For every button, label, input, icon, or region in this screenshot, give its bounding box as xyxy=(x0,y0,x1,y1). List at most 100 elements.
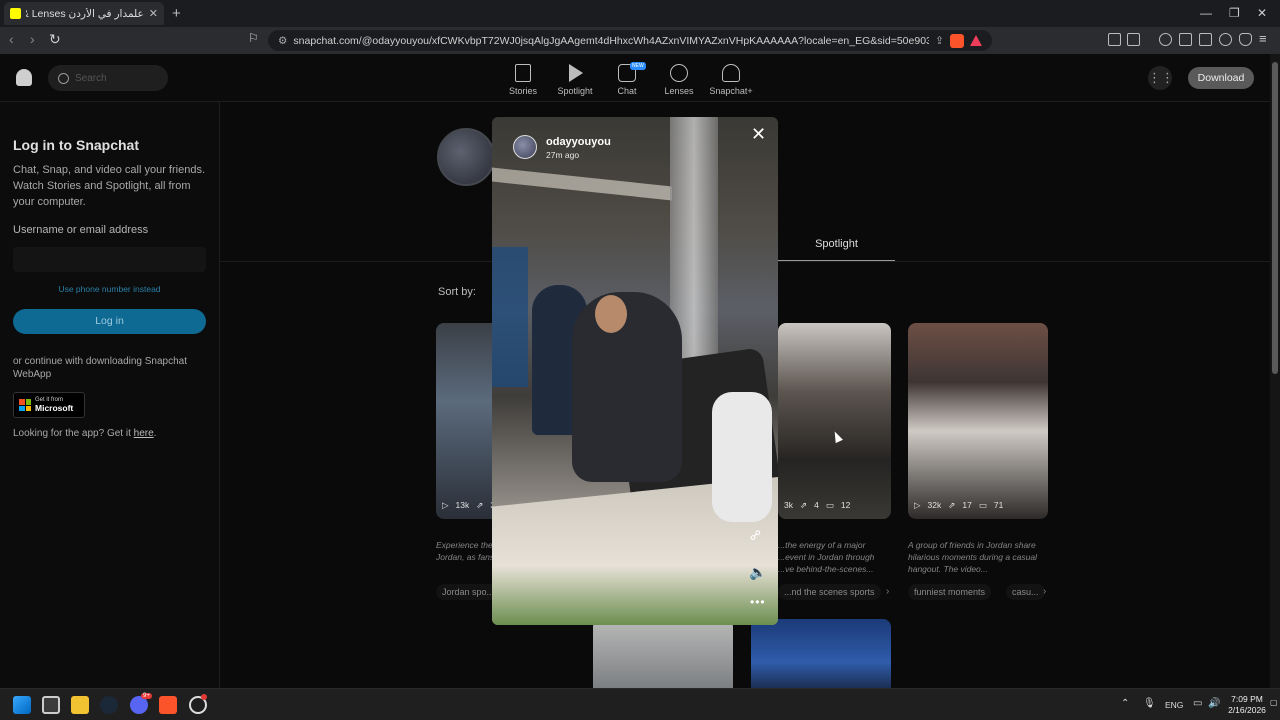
get-app-link[interactable]: here xyxy=(134,428,154,439)
clock-date: 2/16/2026 xyxy=(1228,705,1266,715)
card-stats: ▷13k ⇗3 xyxy=(442,500,495,511)
media-icon[interactable] xyxy=(1159,33,1172,46)
download-button[interactable]: Download xyxy=(1188,67,1254,89)
get-app-prefix: Looking for the app? Get it xyxy=(13,428,134,439)
get-app-suffix: . xyxy=(153,428,157,439)
nav-lenses[interactable]: Lenses xyxy=(654,64,704,96)
comment-icon: ▭ xyxy=(978,500,987,510)
nav-chat-label: Chat xyxy=(617,86,637,96)
minimize-icon[interactable]: — xyxy=(1200,6,1212,20)
or-continue-text: or continue with downloading Snapchat We… xyxy=(13,356,188,380)
story-viewer-modal[interactable]: odayyouyou 27m ago ✕ ⚯ 🔈 ••• xyxy=(492,117,778,625)
card-views: 32k xyxy=(927,500,942,510)
card-tag[interactable]: ...nd the scenes sports xyxy=(778,584,881,600)
wallet-icon[interactable] xyxy=(1199,33,1212,46)
snapchat-ghost-icon[interactable] xyxy=(16,69,32,86)
card-tag[interactable]: casu... xyxy=(1006,584,1045,600)
file-explorer-icon[interactable] xyxy=(71,696,89,714)
share-count-icon: ⇗ xyxy=(799,500,808,510)
nav-snapchat-plus[interactable]: Snapchat+ xyxy=(706,64,756,96)
snapchat-header: Search Stories Spotlight NEW Chat Lenses… xyxy=(0,54,1270,102)
chevron-right-icon[interactable]: › xyxy=(886,586,889,597)
clock[interactable]: 7:09 PM 2/16/2026 xyxy=(1224,694,1270,716)
more-options-icon[interactable]: ••• xyxy=(750,595,766,609)
network-icon[interactable]: ▭ xyxy=(1193,698,1202,709)
browser-tab-bar: علمدار في الأردن ght & Lenses ✕ + — ❐ ✕ xyxy=(0,0,1280,27)
video-scene xyxy=(712,392,772,522)
share-icon[interactable]: ⇪ xyxy=(935,35,944,47)
bookmark-icon[interactable]: ⚐ xyxy=(248,31,259,45)
microphone-icon[interactable]: 🎙 xyxy=(1143,698,1156,709)
microsoft-store-badge[interactable]: Get it from Microsoft xyxy=(13,392,85,418)
sidebar-icon[interactable] xyxy=(1179,33,1192,46)
card-tag[interactable]: funniest moments xyxy=(908,584,992,600)
microsoft-badge-text: Get it from Microsoft xyxy=(35,396,73,414)
brave-rewards-icon[interactable] xyxy=(970,35,982,46)
new-tab-button[interactable]: + xyxy=(172,5,181,22)
spotlight-card[interactable]: 3k ⇗ 4 ▭ 12 xyxy=(778,323,891,519)
video-scene xyxy=(595,295,627,333)
search-placeholder: Search xyxy=(75,72,107,84)
story-user-avatar[interactable] xyxy=(513,135,537,159)
forward-icon[interactable]: › xyxy=(30,31,35,47)
speaker-icon[interactable]: 🔊 xyxy=(1208,698,1220,709)
story-username[interactable]: odayyouyou xyxy=(546,136,611,148)
extensions-icon[interactable] xyxy=(1108,33,1121,46)
window-close-icon[interactable]: ✕ xyxy=(1257,6,1267,20)
apps-grid-icon[interactable]: ⋮⋮ xyxy=(1148,66,1174,90)
nav-chat[interactable]: NEW Chat xyxy=(602,62,652,96)
address-bar[interactable]: ⚙ snapchat.com/@odayyouyou/xfCWKvbpT72WJ… xyxy=(268,30,992,51)
search-input[interactable]: Search xyxy=(48,65,168,91)
phone-number-link[interactable]: Use phone number instead xyxy=(13,284,206,294)
ms-badge-bottom: Microsoft xyxy=(35,403,74,413)
tab-spotlight[interactable]: Spotlight xyxy=(778,238,895,250)
chevron-right-icon[interactable]: › xyxy=(1043,586,1046,597)
tab-close-icon[interactable]: ✕ xyxy=(149,7,158,20)
card-shares: 4 xyxy=(814,500,819,510)
nav-spotlight[interactable]: Spotlight xyxy=(550,64,600,96)
login-button[interactable]: Log in xyxy=(13,309,206,334)
login-title: Log in to Snapchat xyxy=(13,137,139,153)
spotlight-card[interactable]: ▷ 32k ⇗ 17 ▭ 71 xyxy=(908,323,1048,519)
menu-icon[interactable]: ≡ xyxy=(1259,31,1267,46)
spotlight-icon xyxy=(569,64,583,82)
vpn-icon[interactable] xyxy=(1239,33,1252,46)
volume-icon[interactable]: 🔈 xyxy=(749,564,766,581)
reader-icon[interactable] xyxy=(1127,33,1140,46)
brave-icon[interactable] xyxy=(159,696,177,714)
get-app-text: Looking for the app? Get it here. xyxy=(13,428,156,439)
spotlight-card[interactable] xyxy=(751,619,891,691)
site-settings-icon[interactable]: ⚙ xyxy=(278,35,287,47)
discord-badge: 9+ xyxy=(141,693,152,699)
new-badge: NEW xyxy=(630,62,646,70)
back-icon[interactable]: ‹ xyxy=(9,31,14,47)
comment-icon: ▭ xyxy=(825,500,834,510)
reload-icon[interactable]: ↻ xyxy=(49,31,61,48)
spotlight-card[interactable] xyxy=(593,619,733,691)
store-icon[interactable] xyxy=(42,696,60,714)
username-field[interactable] xyxy=(13,247,206,272)
video-scene xyxy=(492,167,672,201)
profile-avatar[interactable] xyxy=(437,128,495,186)
language-indicator[interactable]: ENG xyxy=(1165,700,1183,710)
sort-by-label: Sort by: xyxy=(438,286,476,298)
close-icon[interactable]: ✕ xyxy=(751,125,766,143)
taskbar: 9+ ⌃ 🎙 ENG ▭ 🔊 7:09 PM 2/16/2026 ▢ xyxy=(0,688,1280,720)
steam-icon[interactable] xyxy=(100,696,118,714)
notifications-icon[interactable]: ▢ xyxy=(1270,698,1278,707)
nav-stories[interactable]: Stories xyxy=(498,64,548,96)
nav-snapchat-plus-label: Snapchat+ xyxy=(709,86,753,96)
card-tag[interactable]: Jordan spo... xyxy=(436,584,501,600)
card-stats: ▷ 32k ⇗ 17 ▭ 71 xyxy=(914,500,1003,511)
windows-start-icon[interactable] xyxy=(13,696,31,714)
snapchat-plus-icon xyxy=(722,64,740,82)
leo-ai-icon[interactable] xyxy=(1219,33,1232,46)
card-shares: 17 xyxy=(962,500,972,510)
tray-chevron-icon[interactable]: ⌃ xyxy=(1121,698,1129,709)
username-label: Username or email address xyxy=(13,224,149,236)
browser-tab[interactable]: علمدار في الأردن ght & Lenses ✕ xyxy=(4,2,164,25)
restore-icon[interactable]: ❐ xyxy=(1229,6,1240,20)
scrollbar-thumb[interactable] xyxy=(1272,62,1278,374)
url-text: snapchat.com/@odayyouyou/xfCWKvbpT72WJ0j… xyxy=(293,34,930,47)
brave-shield-icon[interactable] xyxy=(950,33,964,48)
